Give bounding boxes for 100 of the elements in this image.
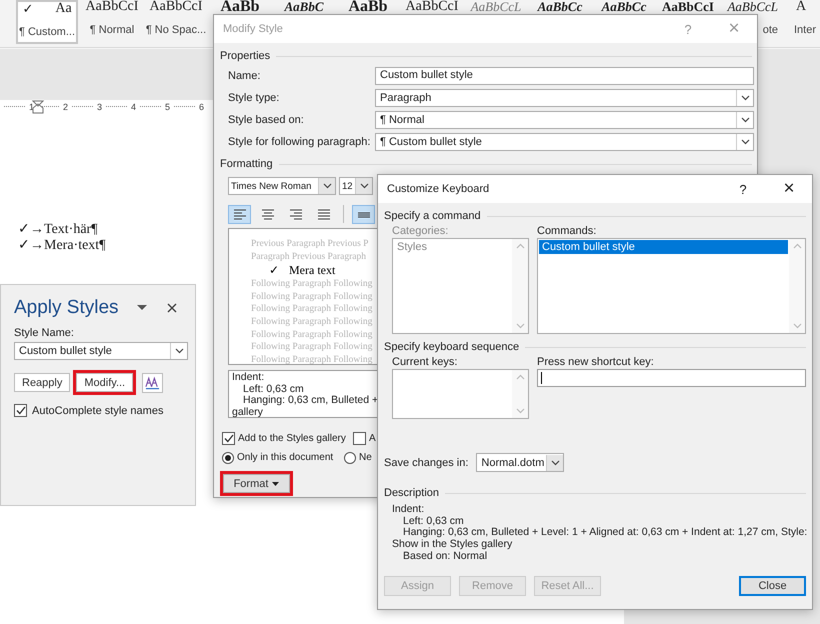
chevron-icon bbox=[516, 243, 524, 249]
align-left-icon bbox=[232, 206, 248, 222]
style-label: ¶ Custom... bbox=[18, 26, 76, 38]
text-field[interactable]: Custom bullet style bbox=[375, 67, 754, 85]
size-dropdown[interactable]: 12 bbox=[339, 177, 373, 195]
description-text: Indent: bbox=[232, 372, 266, 384]
ruler-number: 2 bbox=[62, 102, 68, 112]
style-label: ¶ Normal bbox=[90, 24, 134, 36]
window-title: Customize Keyboard bbox=[387, 183, 490, 195]
checkbox[interactable] bbox=[353, 432, 366, 445]
chevron-icon bbox=[792, 323, 802, 329]
group-label: Formatting bbox=[220, 158, 273, 170]
field-label: Name: bbox=[228, 69, 262, 84]
help-button[interactable]: ? bbox=[720, 182, 766, 196]
preview-text: Following Paragraph Following bbox=[251, 341, 374, 354]
list-item[interactable]: Custom bullet style bbox=[539, 240, 788, 254]
dialog-button[interactable]: Close bbox=[739, 576, 806, 596]
preview-text: Previous Paragraph Previous P bbox=[251, 238, 370, 251]
group-label: Specify a command bbox=[384, 210, 481, 222]
style-gallery-item[interactable]: A Inter bbox=[784, 0, 820, 44]
style-preview: AaBbCcI bbox=[150, 0, 202, 14]
preview-text: Following Paragraph Following bbox=[251, 316, 374, 329]
save-in-dropdown[interactable]: Normal.dotm bbox=[476, 453, 564, 472]
style-preview: AaBbCcI bbox=[86, 0, 138, 14]
scrollbar[interactable] bbox=[512, 239, 528, 333]
check-icon bbox=[16, 406, 26, 415]
field-label: Style type: bbox=[228, 91, 280, 106]
check-mark: ✓ bbox=[22, 2, 34, 16]
dropdown[interactable]: Paragraph bbox=[375, 89, 754, 107]
chevron-icon bbox=[322, 183, 332, 189]
chevron-icon bbox=[360, 183, 368, 189]
preview-text: Following Paragraph Following bbox=[251, 290, 374, 304]
ruler-number: 6 bbox=[198, 102, 204, 112]
description-text: Left: 0,63 cm bbox=[402, 516, 465, 527]
style-label: ¶ No Spac... bbox=[146, 24, 206, 36]
description-text: Indent: bbox=[392, 504, 426, 516]
dropdown[interactable]: ¶ Normal bbox=[375, 111, 754, 129]
dropdown[interactable]: ¶ Custom bullet style bbox=[375, 133, 754, 151]
style-preview: Aa bbox=[55, 2, 72, 16]
preview-text: Mera text bbox=[289, 263, 336, 278]
preview-text: Following Paragraph Following bbox=[251, 303, 374, 316]
list-box[interactable]: Styles bbox=[392, 238, 529, 334]
description-text: Show in the Styles gallery bbox=[392, 539, 514, 551]
radio-button[interactable] bbox=[344, 452, 356, 464]
check-icon bbox=[224, 434, 234, 443]
checkbox-label: A bbox=[369, 433, 376, 444]
checkbox-label: Add to the Styles gallery bbox=[238, 433, 346, 444]
style-preview: AaBbCc bbox=[538, 0, 582, 14]
chevron-icon bbox=[792, 243, 802, 249]
field-label: Current keys: bbox=[392, 356, 458, 368]
chevron-icon bbox=[516, 408, 524, 414]
format-button[interactable]: Format bbox=[223, 474, 290, 493]
style-preview: AaBb bbox=[348, 0, 388, 14]
align-justify-icon bbox=[316, 206, 332, 222]
ruler-number: 5 bbox=[164, 102, 170, 112]
style-preview: AaBbCcI bbox=[406, 0, 458, 14]
group-label: Description bbox=[384, 487, 440, 499]
list-box[interactable]: Custom bullet style bbox=[537, 238, 806, 334]
field-label: Categories: bbox=[392, 225, 450, 237]
description-text: Left: 0,63 cm bbox=[242, 384, 305, 395]
chevron-icon bbox=[516, 374, 524, 380]
checkbox-label: AutoComplete style names bbox=[32, 404, 164, 416]
style-gallery-item[interactable]: AaBbCcI ¶ No Spac... bbox=[144, 0, 208, 44]
window-title: Modify Style bbox=[223, 23, 284, 35]
description-text: Based on: Normal bbox=[402, 550, 488, 563]
styles-icon bbox=[145, 376, 160, 390]
scrollbar[interactable] bbox=[789, 239, 805, 333]
checkbox[interactable] bbox=[14, 404, 27, 417]
description-text: gallery bbox=[232, 406, 264, 417]
chevron-icon bbox=[174, 348, 184, 354]
preview-text: Following Paragraph Following bbox=[251, 278, 374, 291]
radio-button[interactable] bbox=[222, 452, 234, 464]
scrollbar[interactable] bbox=[512, 370, 528, 418]
preview-text: Paragraph Previous Paragraph bbox=[251, 250, 368, 264]
list-item[interactable]: Styles bbox=[394, 240, 511, 254]
style-preview: A bbox=[796, 0, 806, 14]
reapply-button[interactable]: Reapply bbox=[14, 373, 70, 392]
toolbar-button[interactable] bbox=[228, 204, 251, 224]
modify-button[interactable]: Modify... bbox=[76, 373, 134, 392]
shortcut-input-field[interactable] bbox=[537, 369, 806, 387]
field-label: Style Name: bbox=[14, 327, 75, 339]
close-button[interactable]: × bbox=[766, 178, 812, 200]
close-icon bbox=[167, 303, 177, 313]
chevron-icon bbox=[740, 139, 750, 145]
style-gallery-item[interactable]: ✓ Aa ¶ Custom... bbox=[16, 0, 78, 44]
style-gallery-item[interactable]: AaBbCcI ¶ Normal bbox=[80, 0, 144, 44]
dropdown-arrow-icon bbox=[137, 305, 147, 311]
align-right-icon bbox=[288, 206, 304, 222]
caret-icon bbox=[272, 482, 280, 486]
field-label: Commands: bbox=[537, 225, 598, 237]
document-text: ✓→Text·här¶ bbox=[18, 222, 98, 238]
radio-label: Only in this document bbox=[237, 452, 334, 463]
ruler-number: 3 bbox=[96, 102, 102, 112]
toolbar-button[interactable] bbox=[352, 204, 375, 224]
font-dropdown[interactable]: Times New Roman bbox=[228, 177, 336, 195]
styles-button[interactable] bbox=[142, 372, 164, 392]
field-label: Style for following paragraph: bbox=[228, 135, 372, 150]
preview-text: Following Paragraph Following bbox=[251, 354, 374, 364]
checkbox[interactable] bbox=[222, 432, 235, 445]
style-name-combo[interactable]: Custom bullet style bbox=[14, 342, 188, 360]
